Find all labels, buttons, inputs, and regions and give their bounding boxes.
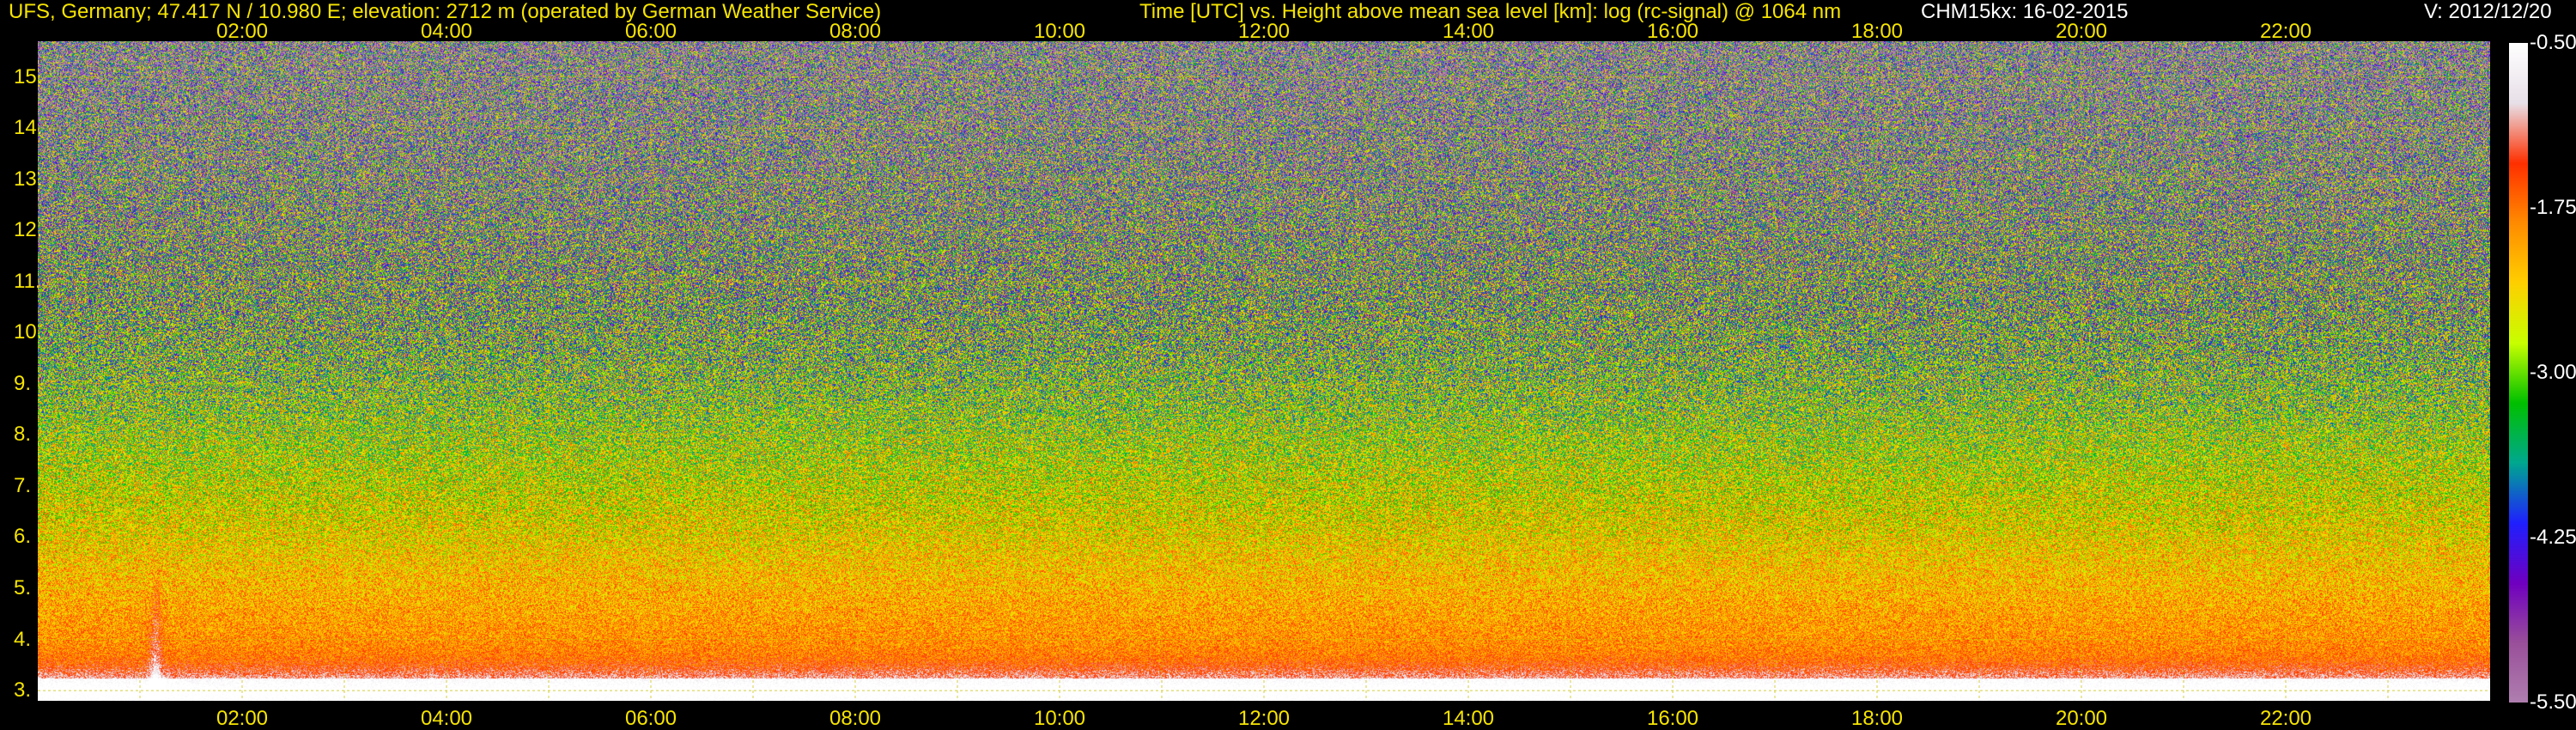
- x-tick-label-bottom: 08:00: [829, 707, 882, 730]
- x-tick-label-top: 22:00: [2259, 20, 2312, 43]
- y-tick-label: 15.: [14, 64, 43, 88]
- colorbar-tick-label: -5.50: [2530, 690, 2576, 714]
- x-tick-label-top: 04:00: [420, 20, 473, 43]
- colorbar-tick-label: -1.75: [2530, 196, 2576, 219]
- plot-grid: [38, 41, 2490, 701]
- x-tick-label-bottom: 06:00: [624, 707, 677, 730]
- y-tick-label: 12.: [14, 218, 43, 242]
- colorbar: [2509, 43, 2528, 703]
- y-tick-label: 13.: [14, 167, 43, 191]
- y-tick-label: 5.: [14, 576, 32, 600]
- y-tick-label: 6.: [14, 525, 32, 549]
- x-tick-label-bottom: 16:00: [1646, 707, 1699, 730]
- x-tick-label-top: 18:00: [1850, 20, 1904, 43]
- x-tick-label-bottom: 04:00: [420, 707, 473, 730]
- x-tick-label-top: 10:00: [1033, 20, 1086, 43]
- x-tick-label-top: 08:00: [829, 20, 882, 43]
- version-label: V: 2012/12/20: [2424, 0, 2552, 23]
- x-tick-label-top: 20:00: [2055, 20, 2108, 43]
- y-tick-label: 10.: [14, 320, 43, 344]
- x-tick-label-bottom: 22:00: [2259, 707, 2312, 730]
- x-tick-label-bottom: 20:00: [2055, 707, 2108, 730]
- x-tick-label-bottom: 02:00: [216, 707, 269, 730]
- x-tick-label-top: 12:00: [1237, 20, 1291, 43]
- x-tick-label-bottom: 14:00: [1442, 707, 1495, 730]
- y-tick-label: 7.: [14, 473, 32, 497]
- y-tick-label: 8.: [14, 423, 32, 447]
- x-tick-label-bottom: 10:00: [1033, 707, 1086, 730]
- x-tick-label-top: 06:00: [624, 20, 677, 43]
- y-tick-label: 4.: [14, 627, 32, 651]
- x-tick-label-bottom: 18:00: [1850, 707, 1904, 730]
- x-tick-label-top: 16:00: [1646, 20, 1699, 43]
- y-tick-label: 3.: [14, 678, 32, 703]
- y-tick-label: 9.: [14, 371, 32, 395]
- x-tick-label-top: 02:00: [216, 20, 269, 43]
- colorbar-tick-label: -3.00: [2530, 361, 2576, 384]
- colorbar-tick-label: -0.50: [2530, 31, 2576, 54]
- colorbar-tick-label: -4.25: [2530, 526, 2576, 549]
- y-tick-label: 11.: [14, 269, 41, 293]
- plot-area: [38, 41, 2490, 701]
- x-tick-label-bottom: 12:00: [1237, 707, 1291, 730]
- y-tick-label: 14.: [14, 116, 43, 140]
- x-tick-label-top: 14:00: [1442, 20, 1495, 43]
